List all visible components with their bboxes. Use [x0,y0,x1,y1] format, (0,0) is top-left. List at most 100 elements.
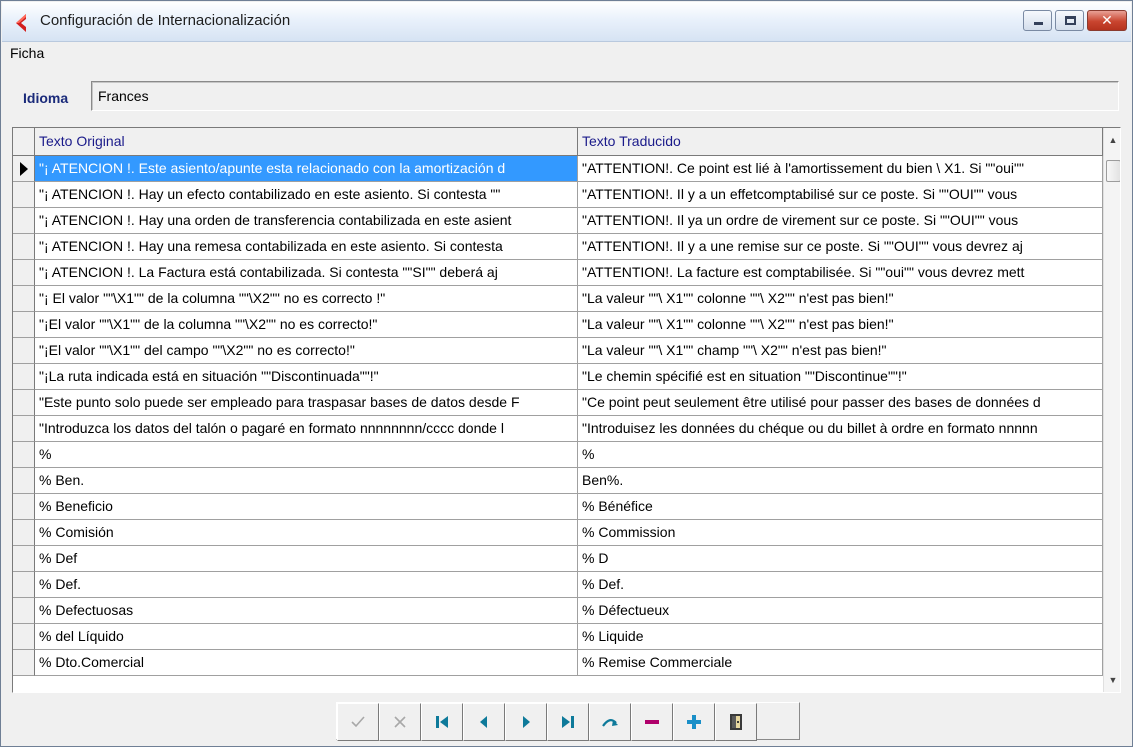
title-bar[interactable]: Configuración de Internacionalización ✕ [2,2,1131,42]
cell-original-text[interactable]: "¡ ATENCION !. Hay una orden de transfer… [35,208,578,234]
row-indicator[interactable] [13,286,35,312]
cell-translated-text[interactable]: "ATTENTION!. Ce point est lié à l'amorti… [578,156,1103,182]
cell-original-text[interactable]: "Introduzca los datos del talón o pagaré… [35,416,578,442]
table-row[interactable]: % del Líquido% Liquide [13,624,1103,650]
row-indicator[interactable] [13,468,35,494]
cell-translated-text[interactable]: "La valeur ""\ X1"" colonne ""\ X2"" n'e… [578,312,1103,338]
table-row[interactable]: % Defectuosas% Défectueux [13,598,1103,624]
row-indicator[interactable] [13,624,35,650]
translation-grid[interactable]: Texto Original Texto Traducido "¡ ATENCI… [12,127,1121,693]
table-row[interactable]: % Def.% Def. [13,572,1103,598]
scroll-thumb[interactable] [1106,160,1120,182]
cell-original-text[interactable]: "¡ ATENCION !. Hay una remesa contabiliz… [35,234,578,260]
row-indicator[interactable] [13,546,35,572]
table-row[interactable]: % Ben. Ben%. [13,468,1103,494]
cell-original-text[interactable]: "Este punto solo puede ser empleado para… [35,390,578,416]
table-row[interactable]: "¡La ruta indicada está en situación ""D… [13,364,1103,390]
table-row[interactable]: "Este punto solo puede ser empleado para… [13,390,1103,416]
table-row[interactable]: % Beneficio% Bénéfice [13,494,1103,520]
exit-button[interactable] [715,703,757,741]
cell-original-text[interactable]: "¡ ATENCION !. Hay un efecto contabiliza… [35,182,578,208]
cell-translated-text[interactable]: Ben%. [578,468,1103,494]
cell-original-text[interactable]: % del Líquido [35,624,578,650]
cell-original-text[interactable]: % Ben. [35,468,578,494]
cell-translated-text[interactable]: % Commission [578,520,1103,546]
cell-translated-text[interactable]: "ATTENTION!. La facture est comptabilisé… [578,260,1103,286]
cell-translated-text[interactable]: % Défectueux [578,598,1103,624]
cell-original-text[interactable]: % Def. [35,572,578,598]
table-row[interactable]: "¡ ATENCION !. Hay una remesa contabiliz… [13,234,1103,260]
table-row[interactable]: %% [13,442,1103,468]
cell-translated-text[interactable]: % [578,442,1103,468]
table-row[interactable]: % Dto.Comercial% Remise Commerciale [13,650,1103,676]
cell-translated-text[interactable]: "Le chemin spécifié est en situation ""D… [578,364,1103,390]
language-field[interactable]: Frances [91,81,1119,111]
cell-translated-text[interactable]: % Liquide [578,624,1103,650]
row-indicator[interactable] [13,650,35,676]
row-indicator[interactable] [13,494,35,520]
table-row[interactable]: "¡El valor ""\X1"" del campo ""\X2"" no … [13,338,1103,364]
row-indicator[interactable] [13,442,35,468]
cell-translated-text[interactable]: "La valeur ""\ X1"" champ ""\ X2"" n'est… [578,338,1103,364]
next-record-button[interactable] [505,703,547,741]
row-indicator[interactable] [13,572,35,598]
cell-original-text[interactable]: % Beneficio [35,494,578,520]
cell-original-text[interactable]: "¡ ATENCION !. Este asiento/apunte esta … [35,156,578,182]
cell-original-text[interactable]: "¡ El valor ""\X1"" de la columna ""\X2"… [35,286,578,312]
row-indicator[interactable] [13,312,35,338]
cell-original-text[interactable]: % Defectuosas [35,598,578,624]
row-indicator[interactable] [13,260,35,286]
table-row[interactable]: % Def% D [13,546,1103,572]
table-row[interactable]: "¡ ATENCION !. Hay un efecto contabiliza… [13,182,1103,208]
table-row[interactable]: "¡ ATENCION !. La Factura está contabili… [13,260,1103,286]
maximize-button[interactable] [1055,10,1084,31]
insert-record-button[interactable] [673,703,715,741]
cell-translated-text[interactable]: "ATTENTION!. Il y a un effetcomptabilisé… [578,182,1103,208]
first-record-button[interactable] [421,703,463,741]
cancel-button[interactable] [379,703,421,741]
cell-translated-text[interactable]: "Introduisez les données du chéque ou du… [578,416,1103,442]
refresh-button[interactable] [589,703,631,741]
cell-original-text[interactable]: "¡ ATENCION !. La Factura está contabili… [35,260,578,286]
cell-translated-text[interactable]: "ATTENTION!. Il ya un ordre de virement … [578,208,1103,234]
menu-item-ficha[interactable]: Ficha [10,45,44,61]
cell-translated-text[interactable]: "Ce point peut seulement être utilisé po… [578,390,1103,416]
vertical-scrollbar[interactable]: ▲ ▼ [1103,128,1120,692]
row-indicator[interactable] [13,156,35,182]
table-row[interactable]: "Introduzca los datos del talón o pagaré… [13,416,1103,442]
cell-original-text[interactable]: % Comisión [35,520,578,546]
column-header-original[interactable]: Texto Original [35,128,578,156]
table-row[interactable]: "¡El valor ""\X1"" de la columna ""\X2""… [13,312,1103,338]
cell-original-text[interactable]: "¡La ruta indicada está en situación ""D… [35,364,578,390]
table-row[interactable]: "¡ ATENCION !. Hay una orden de transfer… [13,208,1103,234]
cell-original-text[interactable]: % Def [35,546,578,572]
scroll-down-icon[interactable]: ▼ [1104,670,1120,690]
cell-translated-text[interactable]: % Remise Commerciale [578,650,1103,676]
row-indicator[interactable] [13,182,35,208]
cell-original-text[interactable]: % Dto.Comercial [35,650,578,676]
cell-original-text[interactable]: % [35,442,578,468]
row-indicator[interactable] [13,364,35,390]
cell-translated-text[interactable]: "La valeur ""\ X1"" colonne ""\ X2"" n'e… [578,286,1103,312]
row-indicator[interactable] [13,416,35,442]
row-indicator[interactable] [13,520,35,546]
column-header-translated[interactable]: Texto Traducido [578,128,1103,156]
delete-record-button[interactable] [631,703,673,741]
scroll-up-icon[interactable]: ▲ [1104,130,1120,150]
table-row[interactable]: "¡ El valor ""\X1"" de la columna ""\X2"… [13,286,1103,312]
minimize-button[interactable] [1023,10,1052,31]
prior-record-button[interactable] [463,703,505,741]
last-record-button[interactable] [547,703,589,741]
cell-translated-text[interactable]: % Def. [578,572,1103,598]
cell-translated-text[interactable]: "ATTENTION!. Il y a une remise sur ce po… [578,234,1103,260]
table-row[interactable]: "¡ ATENCION !. Este asiento/apunte esta … [13,156,1103,182]
cell-original-text[interactable]: "¡El valor ""\X1"" de la columna ""\X2""… [35,312,578,338]
cell-translated-text[interactable]: % D [578,546,1103,572]
close-button[interactable]: ✕ [1087,10,1127,31]
post-button[interactable] [337,703,379,741]
table-row[interactable]: % Comisión% Commission [13,520,1103,546]
row-indicator[interactable] [13,234,35,260]
row-indicator[interactable] [13,390,35,416]
cell-original-text[interactable]: "¡El valor ""\X1"" del campo ""\X2"" no … [35,338,578,364]
row-indicator[interactable] [13,338,35,364]
